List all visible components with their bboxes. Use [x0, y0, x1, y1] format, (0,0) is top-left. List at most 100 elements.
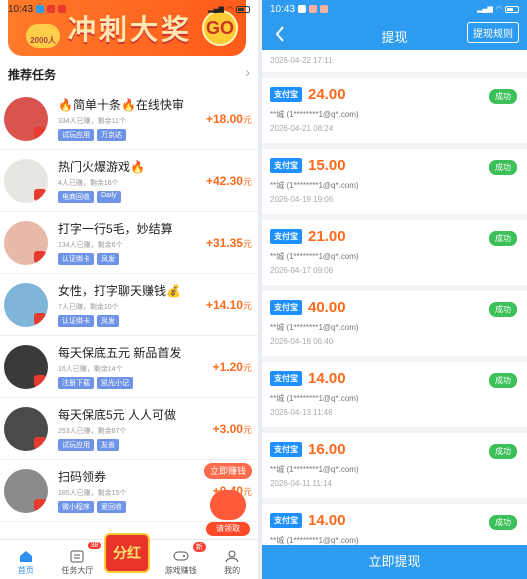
task-avatar	[4, 282, 48, 327]
record-date: 2026-04-19 19:06	[270, 195, 334, 204]
task-tag: 认证绑卡	[58, 253, 94, 265]
avatar-badge-icon	[34, 250, 46, 263]
withdraw-record: 支付宝 40.00 成功 **城 (1********1@q*.com) 202…	[262, 291, 527, 356]
status-bar: 10:43 ▂▄▆ ◠	[0, 0, 258, 18]
battery-icon	[236, 5, 250, 13]
reward-unit: 元	[242, 238, 252, 249]
battery-icon	[505, 5, 519, 13]
task-item[interactable]: 每天保底5元 人人可做 253人已赚，剩余87个 试玩应用 友善 +3.00元	[0, 398, 258, 460]
task-item[interactable]: 🔥简单十条🔥在线快审 334人已赚，剩余11个 试玩应用 万京达 +18.00元	[0, 88, 258, 150]
avatar-badge-icon	[34, 374, 46, 387]
task-info: 女性，打字聊天赚钱💰 7人已赚，剩余10个 认证绑卡 凤发	[58, 282, 206, 327]
app-icon	[309, 5, 318, 13]
account-info: **城 (1********1@q*.com)	[270, 181, 359, 190]
status-badge: 成功	[489, 160, 517, 175]
tab-home[interactable]: 首页	[0, 540, 52, 579]
task-item[interactable]: 女性，打字聊天赚钱💰 7人已赚，剩余10个 认证绑卡 凤发 +14.10元	[0, 274, 258, 336]
record-date: 2026-04-11 11:14	[270, 479, 332, 488]
withdraw-amount: 40.00	[308, 299, 346, 316]
task-avatar	[4, 468, 48, 513]
task-title: 热门火爆游戏🔥	[58, 160, 145, 174]
withdraw-amount: 14.00	[308, 370, 346, 387]
coin-badge: 2000人	[26, 24, 60, 48]
task-avatar	[4, 220, 48, 265]
task-tag: 注册下载	[58, 377, 94, 389]
withdraw-records: 2026-04-22 17:11 支付宝 24.00 成功 **城 (1****…	[262, 50, 527, 569]
withdraw-record: 支付宝 14.00 成功 **城 (1********1@q*.com) 202…	[262, 362, 527, 427]
alipay-tag: 支付宝	[270, 513, 302, 528]
wifi-icon: ◠	[226, 6, 233, 13]
withdraw-amount: 24.00	[308, 86, 346, 103]
tab-label: 任务大厅	[61, 566, 94, 575]
task-reward: +1.20元	[213, 360, 252, 374]
avatar-badge-icon	[34, 498, 46, 511]
task-tag: 爱回收	[97, 501, 126, 513]
reward-unit: 元	[242, 424, 252, 435]
task-list: 🔥简单十条🔥在线快审 334人已赚，剩余11个 试玩应用 万京达 +18.00元 …	[0, 88, 258, 522]
task-avatar	[4, 96, 48, 141]
withdraw-record: 支付宝 15.00 成功 **城 (1********1@q*.com) 202…	[262, 149, 527, 214]
task-tag: 万京达	[97, 129, 126, 141]
task-tag: Daily	[97, 191, 121, 203]
withdraw-amount: 21.00	[308, 228, 346, 245]
alipay-tag: 支付宝	[270, 229, 302, 244]
task-tags: 试玩应用 友善	[58, 439, 213, 451]
withdraw-rules-button[interactable]: 提现规则	[467, 22, 519, 43]
dividend-button[interactable]: 分红	[104, 533, 150, 573]
tab-games[interactable]: 新 游戏赚钱	[155, 540, 207, 579]
task-avatar	[4, 406, 48, 451]
record-date: 2026-04-21 08:24	[270, 124, 334, 133]
task-tags: 电商回收 Daily	[58, 191, 206, 203]
gamepad-icon	[173, 549, 189, 563]
task-tag: 凯光小记	[97, 377, 133, 389]
alipay-tag: 支付宝	[270, 158, 302, 173]
status-badge: 成功	[489, 89, 517, 104]
task-title: 🔥简单十条🔥在线快审	[58, 98, 184, 112]
task-tag: 微小程序	[58, 501, 94, 513]
task-stats: 7人已赚，剩余10个	[58, 304, 119, 311]
tab-mine[interactable]: 我的	[206, 540, 258, 579]
status-badge: 成功	[489, 302, 517, 317]
avatar-badge-icon	[34, 312, 46, 325]
task-tag: 凤发	[97, 315, 119, 327]
tab-label: 游戏赚钱	[164, 566, 197, 575]
task-avatar	[4, 158, 48, 203]
badge-count: 38	[87, 542, 102, 549]
avatar-badge-icon	[34, 436, 46, 449]
status-badge: 成功	[489, 373, 517, 388]
record-date: 2026-04-13 11:46	[270, 408, 333, 417]
reward-amount: +18.00	[205, 111, 243, 126]
alarm-clock-icon[interactable]	[210, 490, 246, 520]
task-tags: 注册下载 凯光小记	[58, 377, 213, 389]
task-info: 每天保底五元 新品首发 16人已赚，剩余14个 注册下载 凯光小记	[58, 344, 213, 389]
tab-label: 我的	[224, 566, 241, 575]
user-icon	[224, 549, 240, 563]
task-avatar	[4, 344, 48, 389]
alipay-tag: 支付宝	[270, 371, 302, 386]
task-item[interactable]: 热门火爆游戏🔥 4人已赚，剩余16个 电商回收 Daily +42.30元	[0, 150, 258, 212]
task-reward: +42.30元	[206, 174, 252, 188]
account-info: **城 (1********1@q*.com)	[270, 323, 359, 332]
reward-amount: +14.10	[205, 297, 243, 312]
task-tags: 微小程序 爱回收	[58, 501, 213, 513]
task-stats: 185人已赚，剩余15个	[58, 490, 127, 497]
tab-task-hall[interactable]: 38 任务大厅	[52, 540, 104, 579]
task-reward: +31.35元	[206, 236, 252, 250]
avatar-badge-icon	[34, 126, 46, 139]
task-title: 每天保底五元 新品首发	[58, 346, 182, 360]
task-stats: 253人已赚，剩余87个	[58, 428, 127, 435]
task-stats: 4人已赚，剩余16个	[58, 180, 119, 187]
withdraw-screen: 10:43 ▂▄▆ ◠ 提现 提现规则 2026-04-22 17:11 支付宝…	[262, 0, 527, 579]
earn-now-button[interactable]: 立即赚钱	[204, 463, 252, 479]
task-item[interactable]: 打字一行5毛，妙结算 134人已赚，剩余6个 认证绑卡 凤发 +31.35元	[0, 212, 258, 274]
task-tag: 试玩应用	[58, 439, 94, 451]
reward-amount: +3.00	[212, 421, 243, 436]
withdraw-now-button[interactable]: 立即提现	[262, 545, 527, 579]
reward-amount: +31.35	[205, 235, 243, 250]
task-item[interactable]: 每天保底五元 新品首发 16人已赚，剩余14个 注册下载 凯光小记 +1.20元	[0, 336, 258, 398]
claim-button[interactable]: 请领取	[206, 522, 250, 536]
task-reward: +18.00元	[206, 112, 252, 126]
task-info: 每天保底5元 人人可做 253人已赚，剩余87个 试玩应用 友善	[58, 406, 213, 451]
status-badge: 成功	[489, 444, 517, 459]
chevron-right-icon[interactable]: ›	[245, 64, 250, 80]
